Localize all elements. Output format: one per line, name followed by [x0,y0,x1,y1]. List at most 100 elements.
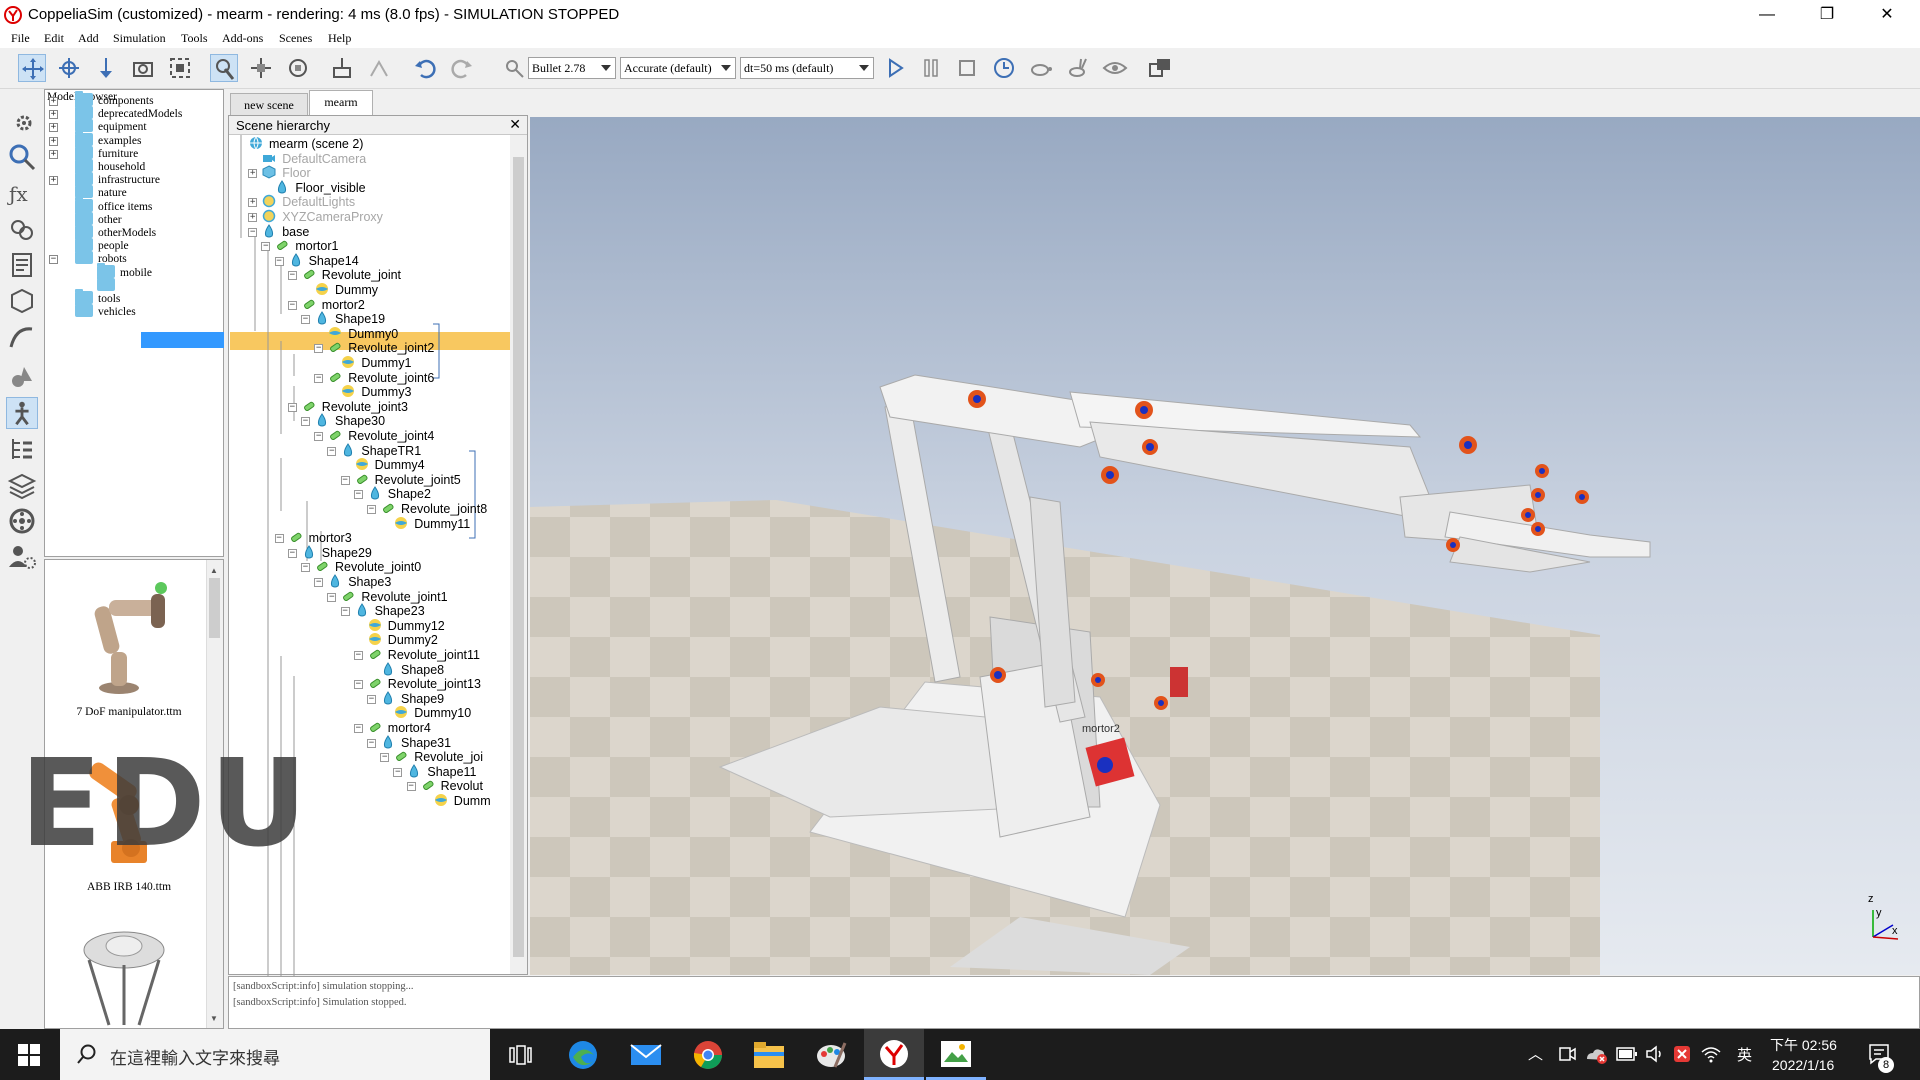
calculation-modules-button[interactable]: ƒx [6,177,38,209]
fit-to-view-button[interactable] [166,54,194,82]
tree-toggle-icon[interactable]: − [301,563,310,573]
menu-add-ons[interactable]: Add-ons [222,31,263,46]
model-thumb-7dof[interactable]: 7 DoF manipulator.ttm [59,570,189,718]
layers-button[interactable] [6,469,38,501]
windows-start-icon[interactable] [18,1044,40,1066]
tab-new-scene[interactable]: new scene [230,93,308,115]
start-simulation-button[interactable] [881,54,909,82]
tree-toggle-icon[interactable]: + [248,213,258,222]
scrollbar-thumb[interactable] [209,578,220,638]
close-icon[interactable]: ✕ [509,116,521,133]
chevron-up-icon[interactable]: ︿ [1528,1043,1543,1064]
tree-toggle-icon[interactable]: + [248,198,258,208]
tree-toggle-icon[interactable]: − [380,753,390,763]
camera-opening-button[interactable] [129,54,157,82]
tree-toggle-icon[interactable]: − [340,475,350,485]
volume-icon[interactable] [1645,1044,1665,1064]
battery-icon[interactable] [1616,1046,1638,1062]
menu-edit[interactable]: Edit [44,31,64,46]
hierarchy-scrollbar[interactable] [510,135,527,974]
expand-icon[interactable]: + [49,136,58,146]
model-thumb-delta[interactable] [59,920,189,1028]
tree-toggle-icon[interactable]: − [301,315,310,325]
timestep-select[interactable]: dt=50 ms (default) [740,57,874,79]
app-tray-icon[interactable] [1672,1044,1692,1064]
tree-toggle-icon[interactable]: − [261,242,271,252]
speed-up-button[interactable] [1064,54,1092,82]
slow-down-button[interactable] [1027,54,1055,82]
taskbar-coppeliasim[interactable] [864,1029,924,1080]
tree-toggle-icon[interactable]: − [314,344,324,354]
edge-browser-icon[interactable] [567,1039,599,1071]
stop-simulation-button[interactable] [953,54,981,82]
model-folder-vehicles[interactable]: vehicles [75,302,136,320]
expand-icon[interactable]: + [49,97,58,106]
close-button[interactable]: ✕ [1864,0,1910,30]
tree-toggle-icon[interactable]: − [367,694,376,704]
tree-toggle-icon[interactable]: + [248,169,258,179]
scene-node-dummy11[interactable]: Dummy11 [394,515,470,533]
collapse-icon[interactable]: − [49,255,58,265]
object-shift-button[interactable] [247,54,275,82]
menu-file[interactable]: File [11,31,30,46]
accuracy-select[interactable]: Accurate (default) [620,57,736,79]
visualization-toggle-button[interactable] [1101,54,1129,82]
scene-objects-button[interactable] [6,361,38,393]
tree-toggle-icon[interactable]: − [301,417,310,427]
model-browser-button[interactable] [6,397,38,429]
restore-button[interactable]: ❐ [1804,0,1850,30]
user-settings-button[interactable] [6,541,38,573]
clock-time[interactable]: 下午 02:56 [1770,1035,1837,1055]
tree-toggle-icon[interactable]: − [287,402,297,412]
selection-button[interactable] [6,141,38,173]
physics-engine-select[interactable]: Bullet 2.78 [528,57,616,79]
wifi-icon[interactable] [1700,1044,1722,1064]
tree-toggle-icon[interactable]: − [287,300,297,310]
tree-toggle-icon[interactable]: − [274,534,284,544]
menu-help[interactable]: Help [328,31,351,46]
tree-toggle-icon[interactable]: − [274,256,284,266]
taskbar-image-viewer[interactable] [926,1029,986,1080]
video-recorder-button[interactable] [6,505,38,537]
menu-add[interactable]: Add [78,31,99,46]
tab-mearm[interactable]: mearm [309,90,373,115]
tree-toggle-icon[interactable]: − [248,227,258,237]
3d-viewport[interactable]: mortor2 z y x [530,117,1920,975]
expand-icon[interactable]: + [49,149,58,159]
chrome-icon[interactable] [692,1039,724,1071]
tree-toggle-icon[interactable]: − [393,767,403,777]
mail-icon[interactable] [630,1041,662,1069]
assemble-button[interactable] [328,54,356,82]
tree-toggle-icon[interactable]: − [287,548,297,558]
tree-toggle-icon[interactable]: − [367,505,376,514]
scene-hierarchy-button[interactable] [6,433,38,465]
task-view-icon[interactable] [508,1044,532,1066]
menu-tools[interactable]: Tools [181,31,208,46]
tree-toggle-icon[interactable]: − [367,738,376,748]
onedrive-offline-icon[interactable] [1584,1044,1608,1064]
scripts-button[interactable] [6,249,38,281]
object-rotate-button[interactable] [284,54,312,82]
expand-icon[interactable]: + [49,110,58,120]
camera-shift-button[interactable] [92,54,120,82]
tree-toggle-icon[interactable]: − [353,651,363,660]
tree-toggle-icon[interactable]: − [314,578,324,587]
tree-toggle-icon[interactable]: − [314,373,324,383]
tree-toggle-icon[interactable]: − [353,680,363,690]
tree-toggle-icon[interactable]: − [353,724,363,733]
meet-now-icon[interactable] [1558,1044,1576,1064]
menu-simulation[interactable]: Simulation [113,31,166,46]
clock-date[interactable]: 2022/1/16 [1772,1057,1834,1073]
camera-rotate-button[interactable] [55,54,83,82]
transfer-dna-button[interactable] [365,54,393,82]
tree-toggle-icon[interactable]: − [406,782,416,792]
tree-toggle-icon[interactable]: − [314,432,324,441]
tree-toggle-icon[interactable]: − [287,271,297,281]
path-edit-button[interactable] [6,321,38,353]
tree-toggle-icon[interactable]: − [327,446,337,456]
tree-toggle-icon[interactable]: − [327,592,337,602]
expand-icon[interactable]: + [49,176,58,186]
scene-node-dumm[interactable]: Dumm [434,792,491,810]
status-console[interactable]: [sandboxScript:info] simulation stopping… [228,976,1920,1029]
scrollbar-thumb[interactable] [513,157,524,957]
